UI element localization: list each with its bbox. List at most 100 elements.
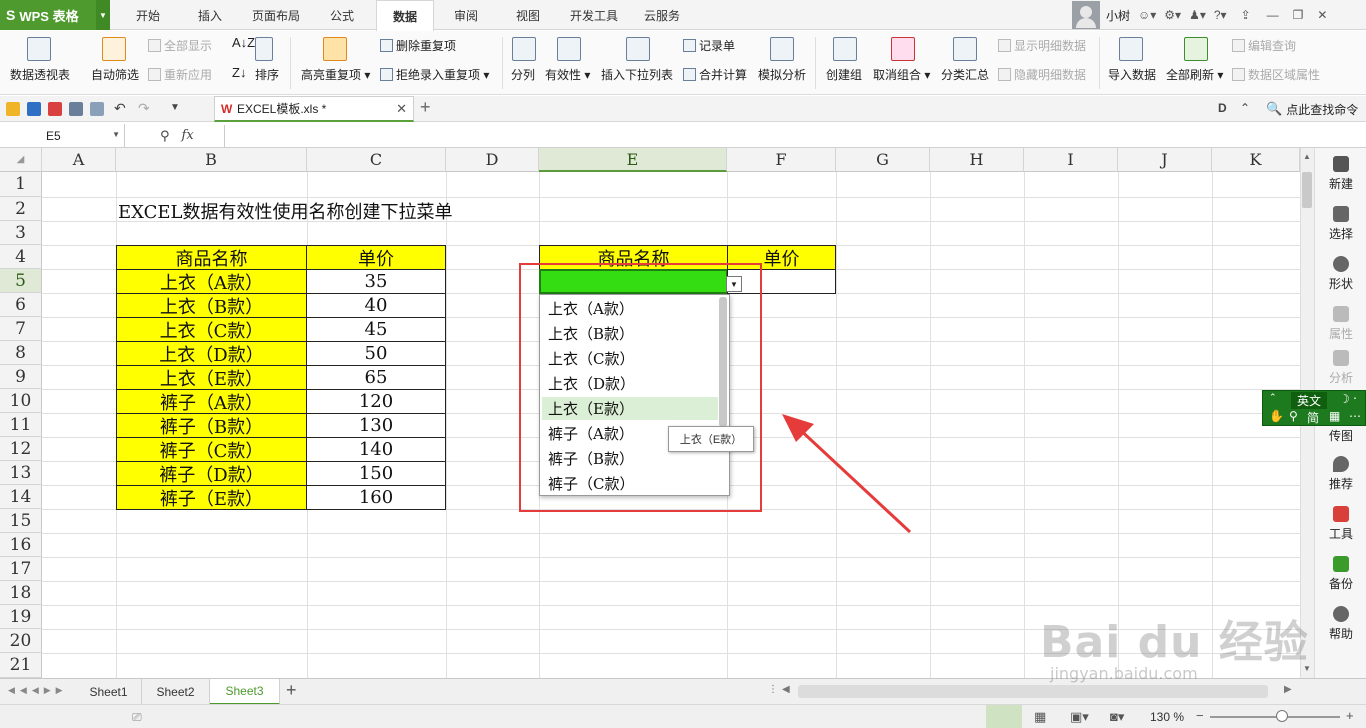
shirt-icon[interactable]: ♟▾: [1189, 8, 1206, 22]
page-layout-view-icon[interactable]: ▣▾: [1070, 709, 1089, 725]
redo-icon[interactable]: ↷: [138, 100, 150, 117]
ungroup-button[interactable]: 取消组合 ▾: [873, 66, 930, 83]
row-header-9[interactable]: 9: [0, 365, 42, 389]
product-name-cell[interactable]: 上衣（B款）: [116, 293, 307, 318]
product-price-cell[interactable]: 40: [306, 293, 446, 318]
highlight-duplicates-button[interactable]: 高亮重复项 ▾: [301, 66, 370, 83]
sidebar-item-recommend[interactable]: 推荐: [1315, 448, 1366, 496]
column-header-e[interactable]: E: [539, 148, 727, 172]
sidebar-item-properties[interactable]: 属性: [1315, 298, 1366, 346]
name-box[interactable]: E5 ▼: [0, 124, 125, 147]
column-header-i[interactable]: I: [1024, 148, 1118, 172]
print-preview-icon[interactable]: [90, 102, 104, 116]
tab-page-layout[interactable]: 页面布局: [244, 0, 308, 30]
subtotal-button[interactable]: 分类汇总: [941, 66, 989, 83]
formula-input[interactable]: [224, 125, 1366, 147]
tab-formula[interactable]: 公式: [318, 0, 366, 30]
row-header-6[interactable]: 6: [0, 293, 42, 317]
split-column-button[interactable]: 分列: [511, 66, 535, 83]
product-name-cell[interactable]: 裤子（C款）: [116, 437, 307, 462]
grid-icon[interactable]: ▦: [1329, 409, 1340, 423]
row-header-3[interactable]: 3: [0, 221, 42, 245]
column-header-c[interactable]: C: [307, 148, 446, 172]
undo-icon[interactable]: ↶: [114, 100, 126, 117]
scrollbar-thumb[interactable]: [1302, 172, 1312, 208]
consolidate-button[interactable]: 合并计算: [683, 66, 747, 83]
search-command[interactable]: 🔍 点此查找命令: [1266, 96, 1358, 122]
sheet-tab-3[interactable]: Sheet3: [210, 679, 280, 705]
column-header-d[interactable]: D: [446, 148, 539, 172]
sort-desc-icon[interactable]: Z↓: [232, 65, 246, 80]
insert-dropdown-list-button[interactable]: 插入下拉列表: [601, 66, 673, 83]
row-header-12[interactable]: 12: [0, 437, 42, 461]
column-header-f[interactable]: F: [727, 148, 836, 172]
sheet-tab-2[interactable]: Sheet2: [142, 679, 210, 705]
chevron-up-icon[interactable]: ⌃: [1269, 392, 1277, 403]
doc-collapse-icon[interactable]: D: [1218, 101, 1227, 115]
scroll-right-icon[interactable]: ▶: [1284, 684, 1292, 695]
sidebar-item-new[interactable]: 新建: [1315, 148, 1366, 196]
reject-duplicates-button[interactable]: 拒绝录入重复项 ▾: [380, 66, 489, 83]
product-name-cell[interactable]: 裤子（B款）: [116, 413, 307, 438]
refresh-all-button[interactable]: 全部刷新 ▾: [1166, 66, 1223, 83]
product-name-cell[interactable]: 裤子（D款）: [116, 461, 307, 486]
column-header-g[interactable]: G: [836, 148, 930, 172]
row-header-20[interactable]: 20: [0, 629, 42, 653]
row-header-14[interactable]: 14: [0, 485, 42, 509]
column-header-b[interactable]: B: [116, 148, 307, 172]
moon-icon[interactable]: ☽ ‧: [1339, 392, 1357, 406]
tab-review[interactable]: 审阅: [442, 0, 490, 30]
open-folder-icon[interactable]: [6, 102, 20, 116]
ime-toolbar[interactable]: ⌃ 英文 ☽ ‧ ✋ ⚲ 简 ▦ ⋯: [1262, 390, 1366, 426]
tab-view[interactable]: 视图: [504, 0, 552, 30]
row-header-8[interactable]: 8: [0, 341, 42, 365]
customize-toolbar-icon[interactable]: ▼: [170, 102, 180, 113]
product-price-cell[interactable]: 35: [306, 269, 446, 294]
zoom-slider[interactable]: [1210, 716, 1340, 718]
select-all-corner[interactable]: ◢: [0, 148, 42, 172]
record-form-button[interactable]: 记录单: [683, 37, 735, 54]
range-properties-button[interactable]: 数据区域属性: [1232, 66, 1320, 83]
sidebar-item-tools[interactable]: 工具: [1315, 498, 1366, 546]
table-header-name[interactable]: 商品名称: [116, 245, 307, 270]
row-header-5[interactable]: 5: [0, 269, 42, 293]
column-header-a[interactable]: A: [42, 148, 116, 172]
new-tab-icon[interactable]: +: [420, 97, 431, 118]
row-header-13[interactable]: 13: [0, 461, 42, 485]
close-icon[interactable]: ✕: [1317, 8, 1327, 22]
show-all-button[interactable]: 全部显示: [148, 37, 212, 54]
ime-mode[interactable]: 简: [1307, 409, 1319, 426]
zoom-out-icon[interactable]: −: [1196, 708, 1204, 723]
row-header-21[interactable]: 21: [0, 653, 42, 678]
tab-insert[interactable]: 插入: [184, 0, 236, 30]
product-name-cell[interactable]: 上衣（E款）: [116, 365, 307, 390]
settings-icon[interactable]: ⚙▾: [1164, 8, 1181, 22]
product-price-cell[interactable]: 130: [306, 413, 446, 438]
product-name-cell[interactable]: 裤子（E款）: [116, 485, 307, 510]
column-header-k[interactable]: K: [1212, 148, 1300, 172]
row-header-7[interactable]: 7: [0, 317, 42, 341]
help-icon[interactable]: ?▾: [1214, 8, 1227, 22]
skin-icon[interactable]: ☺▾: [1138, 8, 1156, 22]
reapply-button[interactable]: 重新应用: [148, 66, 212, 83]
eye-protect-icon[interactable]: ◙▾: [1110, 709, 1124, 725]
show-detail-button[interactable]: 显示明细数据: [998, 37, 1086, 54]
product-price-cell[interactable]: 50: [306, 341, 446, 366]
product-name-cell[interactable]: 上衣（A款）: [116, 269, 307, 294]
row-header-18[interactable]: 18: [0, 581, 42, 605]
user-name[interactable]: 小树: [1106, 7, 1130, 24]
product-price-cell[interactable]: 120: [306, 389, 446, 414]
product-price-cell[interactable]: 140: [306, 437, 446, 462]
scroll-up-icon[interactable]: ▲: [1303, 152, 1311, 161]
split-handle-icon[interactable]: ⋮: [768, 684, 778, 695]
sheet-nav-icon[interactable]: ◀◀◀▶▶: [8, 685, 68, 696]
zoom-in-icon[interactable]: +: [1346, 708, 1354, 723]
row-header-11[interactable]: 11: [0, 413, 42, 437]
sidebar-item-shape[interactable]: 形状: [1315, 248, 1366, 296]
sort-asc-icon[interactable]: A↓Z: [232, 35, 255, 50]
pivot-table-button[interactable]: 数据透视表: [10, 66, 70, 83]
normal-view-icon[interactable]: [986, 705, 1022, 728]
sheet-tab-1[interactable]: Sheet1: [76, 679, 142, 705]
upload-icon[interactable]: ⇪: [1241, 8, 1251, 22]
minimize-icon[interactable]: —: [1267, 8, 1279, 22]
